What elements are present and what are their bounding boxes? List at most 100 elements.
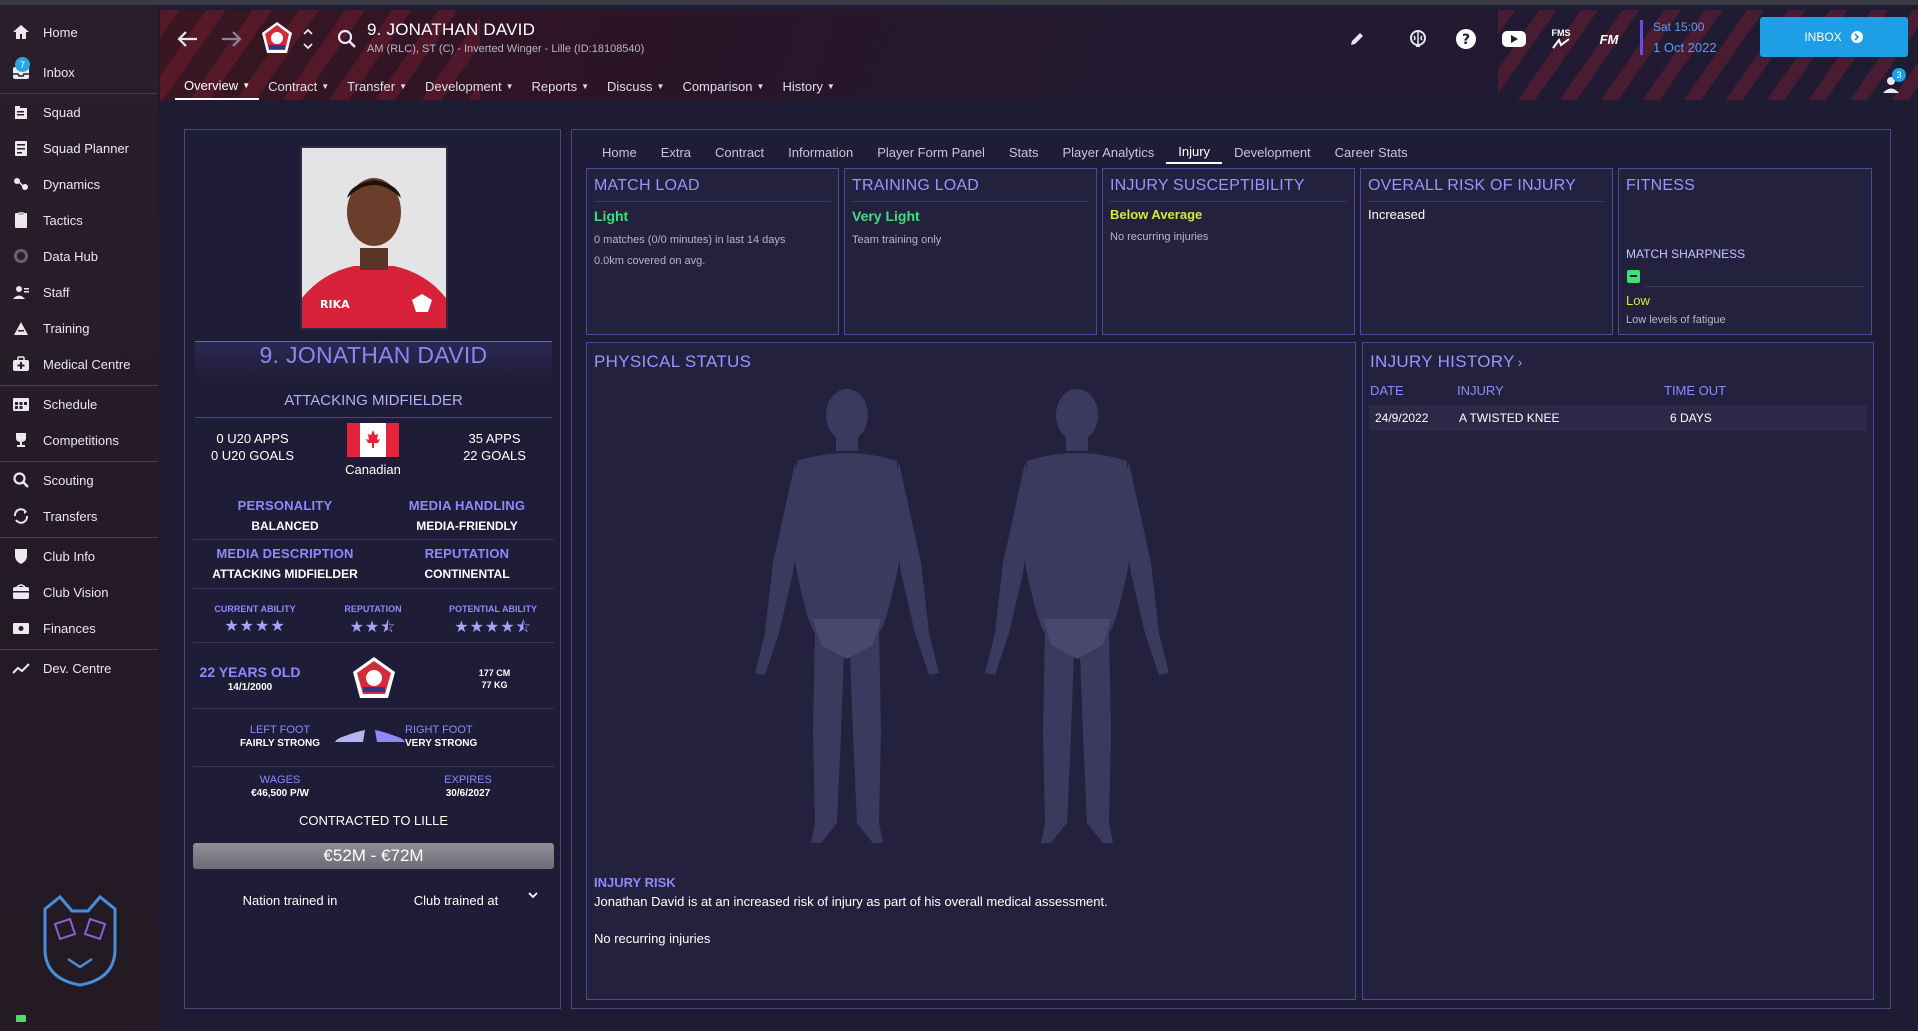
injury-history-link[interactable]: INJURY HISTORY › <box>1370 352 1523 372</box>
training-icon <box>11 318 31 338</box>
sidebar-item-inbox[interactable]: 7 Inbox <box>0 55 158 89</box>
reputation: REPUTATION CONTINENTAL <box>424 546 510 581</box>
club-badge-button[interactable] <box>259 20 295 58</box>
sidebar-item-squad[interactable]: Squad <box>0 95 158 129</box>
sidebar-item-finances[interactable]: Finances <box>0 611 158 645</box>
table-row[interactable]: 24/9/2022 A TWISTED KNEE 6 DAYS <box>1369 405 1867 431</box>
fms-button[interactable]: FMS <box>1546 26 1576 52</box>
edit-button[interactable] <box>1344 26 1370 52</box>
sidebar-item-dynamics[interactable]: Dynamics <box>0 167 158 201</box>
youtube-icon <box>1502 31 1526 47</box>
sidebar-divider <box>0 385 158 386</box>
player-menu-tabs: Overview ▼ Contract ▼ Transfer ▼ Developmen… <box>175 72 844 100</box>
sidebar-item-label: Finances <box>43 620 96 636</box>
column-header-injury[interactable]: INJURY <box>1457 383 1504 398</box>
fm-button[interactable]: FM <box>1592 26 1626 52</box>
body-diagram <box>755 389 1169 843</box>
tab-development[interactable]: Development ▼ <box>416 72 523 100</box>
sidebar-item-label: Dev. Centre <box>43 660 112 676</box>
medical-icon <box>11 354 31 374</box>
subtab-stats[interactable]: Stats <box>997 140 1051 164</box>
subtab-player-analytics[interactable]: Player Analytics <box>1051 140 1167 164</box>
player-switch-button[interactable] <box>300 24 316 54</box>
subtab-information[interactable]: Information <box>776 140 865 164</box>
subtab-home[interactable]: Home <box>590 140 649 164</box>
tab-discuss[interactable]: Discuss ▼ <box>598 72 673 100</box>
sidebar-item-tactics[interactable]: Tactics <box>0 203 158 237</box>
subtab-injury[interactable]: Injury <box>1166 140 1223 164</box>
sidebar-item-medical-centre[interactable]: Medical Centre <box>0 347 158 381</box>
sidebar-item-competitions[interactable]: Competitions <box>0 423 158 457</box>
tab-overview[interactable]: Overview ▼ <box>175 72 260 100</box>
sidebar-item-transfers[interactable]: Transfers <box>0 499 158 533</box>
tab-comparison[interactable]: Comparison ▼ <box>673 72 773 100</box>
game-date[interactable]: Sat 15:00 1 Oct 2022 <box>1640 20 1750 55</box>
tab-reports[interactable]: Reports ▼ <box>523 72 598 100</box>
subtab-extra[interactable]: Extra <box>649 140 703 164</box>
fitness-card: FITNESS MATCH SHARPNESS Low Low levels o… <box>1618 168 1872 335</box>
fms-icon <box>1552 38 1570 49</box>
injury-risk-text: Jonathan David is at an increased risk o… <box>594 894 1108 909</box>
lille-badge-icon <box>262 22 292 53</box>
sidebar-item-staff[interactable]: Staff <box>0 275 158 309</box>
sidebar-item-squad-planner[interactable]: Squad Planner <box>0 131 158 165</box>
subtab-player-form-panel[interactable]: Player Form Panel <box>865 140 997 164</box>
sidebar-item-label: Squad Planner <box>43 140 130 156</box>
notifications-button[interactable]: 3 <box>1879 67 1907 95</box>
back-button[interactable] <box>175 26 201 52</box>
tab-history[interactable]: History ▼ <box>773 72 843 100</box>
sidebar-item-scouting[interactable]: Scouting <box>0 463 158 497</box>
subtab-career-stats[interactable]: Career Stats <box>1323 140 1420 164</box>
expand-button[interactable] <box>523 888 543 907</box>
divider <box>193 588 554 589</box>
contracted-to: CONTRACTED TO LILLE <box>298 813 449 828</box>
chevron-right-icon: › <box>1517 354 1523 370</box>
chevron-down-icon <box>528 892 538 899</box>
help-button[interactable]: ? <box>1451 24 1481 54</box>
nationality[interactable]: Canadian <box>313 423 433 477</box>
injury-risk-label: INJURY RISK <box>594 875 676 890</box>
current-ability: CURRENT ABILITY ★★★★ <box>195 604 315 636</box>
planner-icon <box>11 138 31 158</box>
reputation-stars: ★★⯪ <box>349 619 397 636</box>
skin-logo <box>30 889 130 989</box>
club-crest[interactable] <box>349 656 399 705</box>
arrow-circle-right-icon <box>1850 31 1863 43</box>
forward-button[interactable] <box>218 26 244 52</box>
divider <box>193 708 554 709</box>
scouting-icon <box>11 470 31 490</box>
column-header-date[interactable]: DATE <box>1370 383 1404 398</box>
u20-stats: 0 U20 APPS 0 U20 GOALS <box>210 431 295 463</box>
sidebar-item-home[interactable]: Home <box>0 15 158 49</box>
pencil-icon <box>1351 33 1363 45</box>
player-name: 9. JONATHAN DAVID <box>195 341 552 377</box>
overall-risk-value: Increased <box>1368 207 1426 222</box>
sidebar-item-dev-centre[interactable]: Dev. Centre <box>0 651 158 685</box>
left-foot: LEFT FOOT FAIRLY STRONG <box>239 724 320 749</box>
tab-contract[interactable]: Contract ▼ <box>259 72 338 100</box>
sidebar-item-label: Transfers <box>43 508 98 524</box>
sidebar-item-schedule[interactable]: Schedule <box>0 387 158 421</box>
recurring-injuries-text: No recurring injuries <box>594 931 711 946</box>
chevron-up-down-icon <box>303 28 313 50</box>
sidebar-divider <box>0 93 158 94</box>
youtube-button[interactable] <box>1498 24 1530 54</box>
media-description: MEDIA DESCRIPTION ATTACKING MIDFIELDER <box>212 546 358 581</box>
sidebar-item-club-vision[interactable]: Club Vision <box>0 575 158 609</box>
subtab-contract[interactable]: Contract <box>703 140 776 164</box>
search-button[interactable] <box>333 25 361 53</box>
staff-icon <box>11 282 31 302</box>
player-photo: RIKA <box>300 146 448 330</box>
sidebar-item-label: Data Hub <box>43 248 98 264</box>
brain-button[interactable] <box>1403 24 1433 54</box>
subtab-development[interactable]: Development <box>1222 140 1323 164</box>
tab-transfer[interactable]: Transfer ▼ <box>338 72 416 100</box>
sidebar-item-club-info[interactable]: Club Info <box>0 539 158 573</box>
personality: PERSONALITY BALANCED <box>237 498 333 533</box>
sidebar-item-data-hub[interactable]: Data Hub <box>0 239 158 273</box>
column-header-time-out[interactable]: TIME OUT <box>1664 383 1726 398</box>
nation-trained-in: Nation trained in <box>242 893 338 908</box>
chevron-down-icon: ▼ <box>505 81 514 91</box>
sidebar-item-training[interactable]: Training <box>0 311 158 345</box>
inbox-continue-button[interactable]: INBOX <box>1760 17 1908 57</box>
